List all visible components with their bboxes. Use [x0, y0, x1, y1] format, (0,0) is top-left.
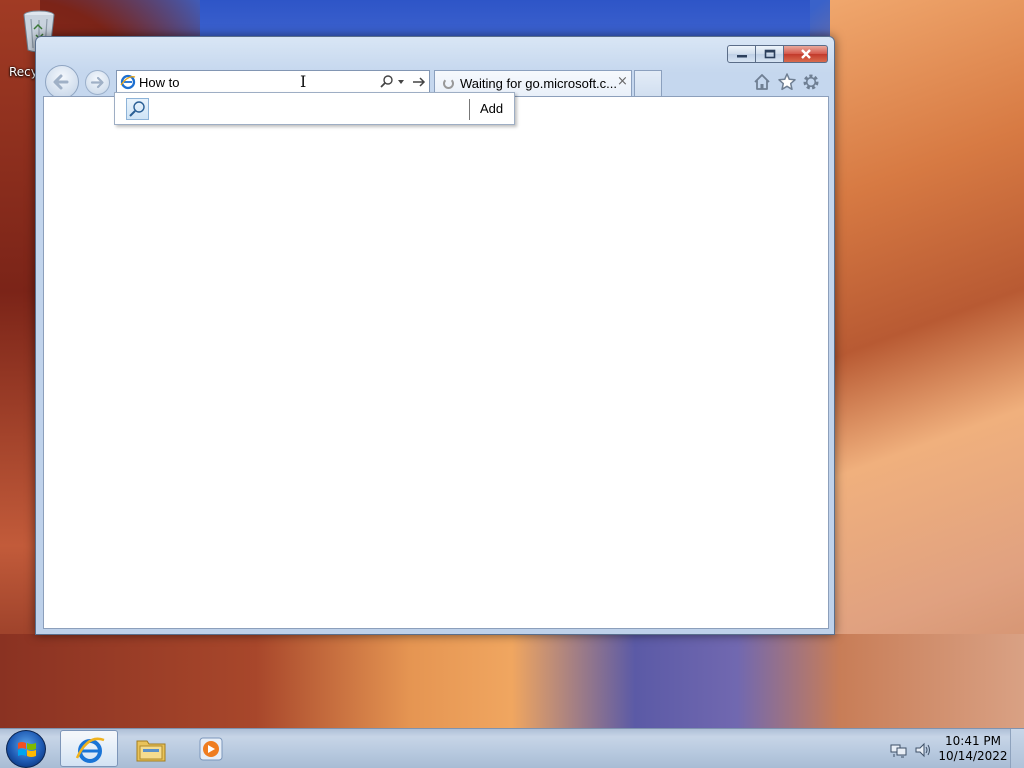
star-icon[interactable] — [777, 72, 797, 92]
tab-close-icon[interactable]: × — [617, 74, 628, 89]
go-arrow-icon[interactable] — [411, 74, 427, 90]
forward-button[interactable] — [85, 70, 110, 95]
windows-logo-icon — [18, 742, 36, 757]
address-input[interactable] — [139, 73, 374, 91]
close-icon — [800, 49, 811, 59]
recycle-bin-label: Recy — [9, 65, 38, 79]
page-content[interactable] — [43, 96, 829, 629]
loading-spinner-icon — [443, 78, 454, 89]
back-arrow-icon — [53, 74, 69, 90]
show-desktop-button[interactable] — [1010, 729, 1024, 768]
window-controls — [727, 45, 828, 63]
folder-icon — [136, 740, 166, 762]
internet-explorer-icon — [75, 737, 105, 763]
search-provider-button[interactable] — [126, 98, 149, 120]
wallpaper-rock-right — [830, 0, 1024, 728]
taskbar: 10:41 PM 10/14/2022 — [0, 728, 1024, 768]
clock-time: 10:41 PM — [945, 734, 1001, 748]
ie-window: I Waiting for go.microsoft.c... × — [35, 36, 835, 635]
magnifier-icon — [129, 101, 145, 117]
dropdown-separator — [469, 99, 470, 120]
maximize-icon — [764, 49, 775, 59]
media-player-icon — [199, 737, 223, 761]
volume-icon[interactable] — [914, 742, 932, 758]
taskbar-explorer-button[interactable] — [122, 730, 180, 767]
text-cursor-icon: I — [300, 72, 307, 91]
wallpaper-rock-bottom — [0, 634, 1024, 728]
system-clock[interactable]: 10:41 PM 10/14/2022 — [938, 734, 1008, 764]
address-bar[interactable]: I — [116, 70, 430, 94]
wallpaper-rock-left — [0, 0, 40, 728]
maximize-button[interactable] — [756, 45, 784, 63]
add-search-provider-button[interactable]: Add — [480, 101, 503, 116]
gear-icon[interactable] — [801, 72, 821, 92]
home-icon[interactable] — [752, 72, 772, 92]
search-dropdown-icon[interactable] — [398, 80, 404, 84]
forward-arrow-icon — [90, 76, 104, 89]
search-icon[interactable] — [379, 74, 395, 90]
taskbar-ie-button[interactable] — [60, 730, 118, 767]
tab-title: Waiting for go.microsoft.c... — [460, 76, 618, 91]
search-suggestion-dropdown: Add — [114, 92, 515, 125]
start-button[interactable] — [6, 730, 46, 768]
minimize-button[interactable] — [727, 45, 756, 63]
clock-date: 10/14/2022 — [938, 749, 1008, 763]
new-tab-button[interactable] — [634, 70, 662, 96]
taskbar-media-player-button[interactable] — [182, 730, 240, 767]
ie-page-icon — [120, 74, 136, 90]
back-button[interactable] — [45, 65, 79, 99]
network-icon[interactable] — [890, 742, 908, 758]
close-button[interactable] — [784, 45, 828, 63]
minimize-icon — [736, 55, 747, 58]
